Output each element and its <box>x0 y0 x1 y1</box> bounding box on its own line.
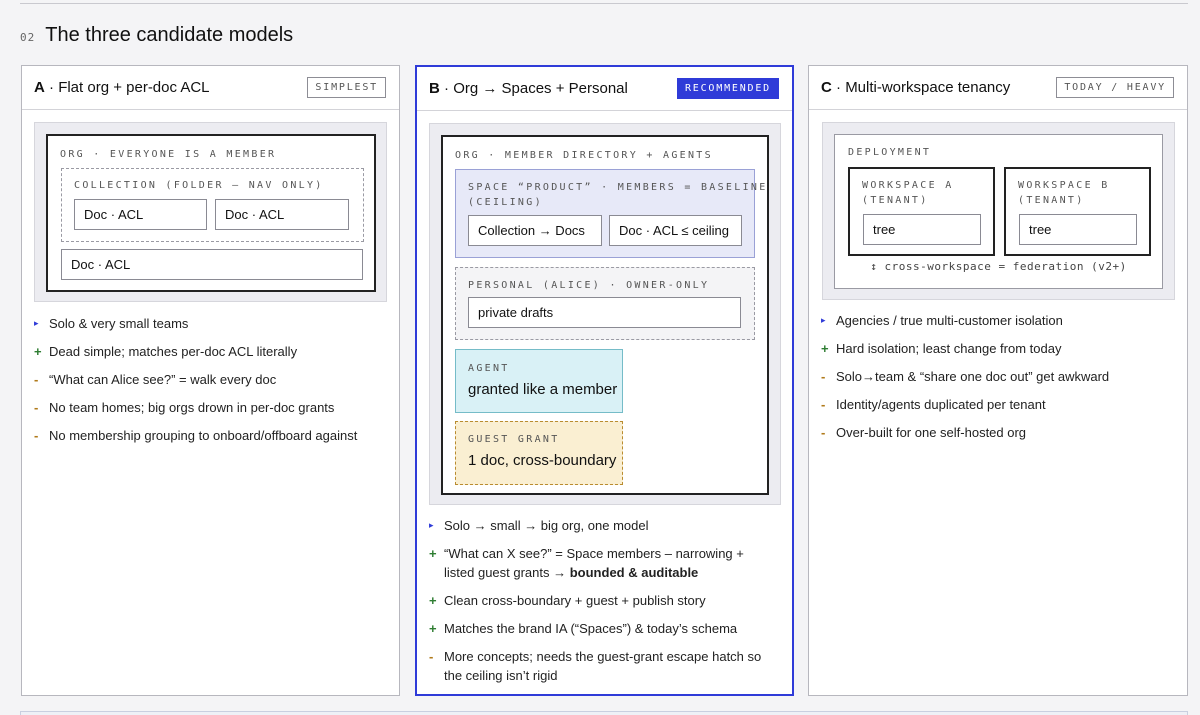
card-model-b: B · Org → Spaces + Personal RECOMMENDED … <box>415 65 794 696</box>
workspace-b-label: WORKSPACE B <box>1018 180 1110 191</box>
guest-label: GUEST GRANT <box>468 434 560 445</box>
org-label: ORG · MEMBER DIRECTORY + AGENTS <box>455 150 713 161</box>
agent-box: AGENT granted like a member <box>455 349 623 413</box>
workspace-a: WORKSPACE A (TENANT) tree <box>848 167 995 256</box>
doc-acl-2: Doc · ACL <box>215 199 349 230</box>
card-c-bullets: ▸ Agencies / true multi-customer isolatio… <box>821 311 1167 451</box>
card-b-title: B · Org → Spaces + Personal <box>429 80 628 97</box>
bullet-item: + Dead simple; matches per-doc ACL litera… <box>34 344 298 359</box>
guest-grant-box: GUEST GRANT 1 doc, cross-boundary <box>455 421 623 485</box>
card-c-diagram: DEPLOYMENT WORKSPACE A (TENANT) tree WOR… <box>822 122 1175 300</box>
tree-item-a: tree <box>863 214 981 245</box>
collection-label: COLLECTION (FOLDER — NAV ONLY) <box>74 180 324 191</box>
doc-acl-ceiling-item: Doc · ACL ≤ ceiling <box>609 215 742 246</box>
org-box: ORG · EVERYONE IS A MEMBER COLLECTION (F… <box>46 134 376 292</box>
workspace-a-tenant: (TENANT) <box>862 195 929 206</box>
doc-acl-1: Doc · ACL <box>74 199 207 230</box>
bullet-item: + Clean cross-boundary + guest + publish … <box>429 593 706 608</box>
bullet-item: - More concepts; needs the guest-grant es… <box>429 649 762 683</box>
deployment-box: DEPLOYMENT WORKSPACE A (TENANT) tree WOR… <box>834 134 1163 289</box>
agent-text: granted like a member <box>468 381 618 398</box>
card-b-bullets: ▸ Solo → small → big org, one model + “Wha… <box>429 516 772 694</box>
agent-label: AGENT <box>468 363 510 374</box>
card-model-c: C · Multi-workspace tenancy TODAY / HEAV… <box>808 65 1188 696</box>
personal-space: PERSONAL (ALICE) · OWNER-ONLY private dr… <box>455 267 755 340</box>
simplest-badge: SIMPLEST <box>307 77 386 98</box>
org-box: ORG · MEMBER DIRECTORY + AGENTS SPACE “P… <box>441 135 769 495</box>
guest-text: 1 doc, cross-boundary <box>468 452 617 469</box>
federation-note: ↕ cross-workspace = federation (v2+) <box>870 260 1127 273</box>
card-a-title: A · Flat org + per-doc ACL <box>34 79 210 96</box>
bullet-item: - No membership grouping to onboard/offbo… <box>34 428 358 443</box>
bullet-item: - Solo→team & “share one doc out” get awk… <box>821 369 1110 384</box>
collection-box: COLLECTION (FOLDER — NAV ONLY) Doc · ACL… <box>61 168 364 242</box>
doc-acl-3: Doc · ACL <box>61 249 363 280</box>
recommended-badge: RECOMMENDED <box>676 78 779 99</box>
bullet-item: - Over-built for one self-hosted org <box>821 425 1027 440</box>
deployment-label: DEPLOYMENT <box>848 147 932 158</box>
bullet-item: + Hard isolation; least change from today <box>821 341 1062 356</box>
bullet-item: ▸ Solo → small → big org, one model <box>429 518 649 533</box>
card-c-title: C · Multi-workspace tenancy <box>821 79 1011 96</box>
card-a-header: A · Flat org + per-doc ACL SIMPLEST <box>22 66 399 110</box>
bullet-item: + “What can X see?” = Space members – nar… <box>429 546 744 580</box>
bullet-item: - “What can Alice see?” = walk every doc <box>34 372 277 387</box>
bullet-item: - No team homes; big orgs drown in per-do… <box>34 400 335 415</box>
workspace-b: WORKSPACE B (TENANT) tree <box>1004 167 1151 256</box>
workspace-b-tenant: (TENANT) <box>1018 195 1085 206</box>
card-b-diagram: ORG · MEMBER DIRECTORY + AGENTS SPACE “P… <box>429 123 781 505</box>
bullet-item: ▸ Agencies / true multi-customer isolatio… <box>821 313 1063 328</box>
space-label: SPACE “PRODUCT” · MEMBERS = BASELINE <box>468 182 768 193</box>
bullet-item: - Identity/agents duplicated per tenant <box>821 397 1046 412</box>
next-section-edge <box>20 711 1188 715</box>
today-heavy-badge: TODAY / HEAVY <box>1056 77 1174 98</box>
card-b-header: B · Org → Spaces + Personal RECOMMENDED <box>417 67 792 111</box>
tree-item-b: tree <box>1019 214 1137 245</box>
card-a-diagram: ORG · EVERYONE IS A MEMBER COLLECTION (F… <box>34 122 387 302</box>
top-divider <box>20 3 1188 4</box>
space-product: SPACE “PRODUCT” · MEMBERS = BASELINE (CE… <box>455 169 765 258</box>
section-title: The three candidate models <box>45 24 294 46</box>
bullet-item: ▸ Solo & very small teams <box>34 316 189 331</box>
space-label-ceiling: (CEILING) <box>468 197 543 208</box>
workspace-a-label: WORKSPACE A <box>862 180 954 191</box>
card-model-a: A · Flat org + per-doc ACL SIMPLEST ORG … <box>21 65 400 696</box>
org-label: ORG · EVERYONE IS A MEMBER <box>60 149 277 160</box>
card-c-header: C · Multi-workspace tenancy TODAY / HEAV… <box>809 66 1187 110</box>
section-header: 02 The three candidate models <box>20 24 293 47</box>
personal-label: PERSONAL (ALICE) · OWNER-ONLY <box>468 280 710 291</box>
card-a-bullets: ▸ Solo & very small teams + Dead simple; m… <box>34 314 379 454</box>
bullet-item: + Matches the brand IA (“Spaces”) & today… <box>429 621 738 636</box>
private-drafts-item: private drafts <box>468 297 741 328</box>
section-number: 02 <box>20 31 36 44</box>
collection-docs-item: Collection → Docs <box>468 215 602 246</box>
